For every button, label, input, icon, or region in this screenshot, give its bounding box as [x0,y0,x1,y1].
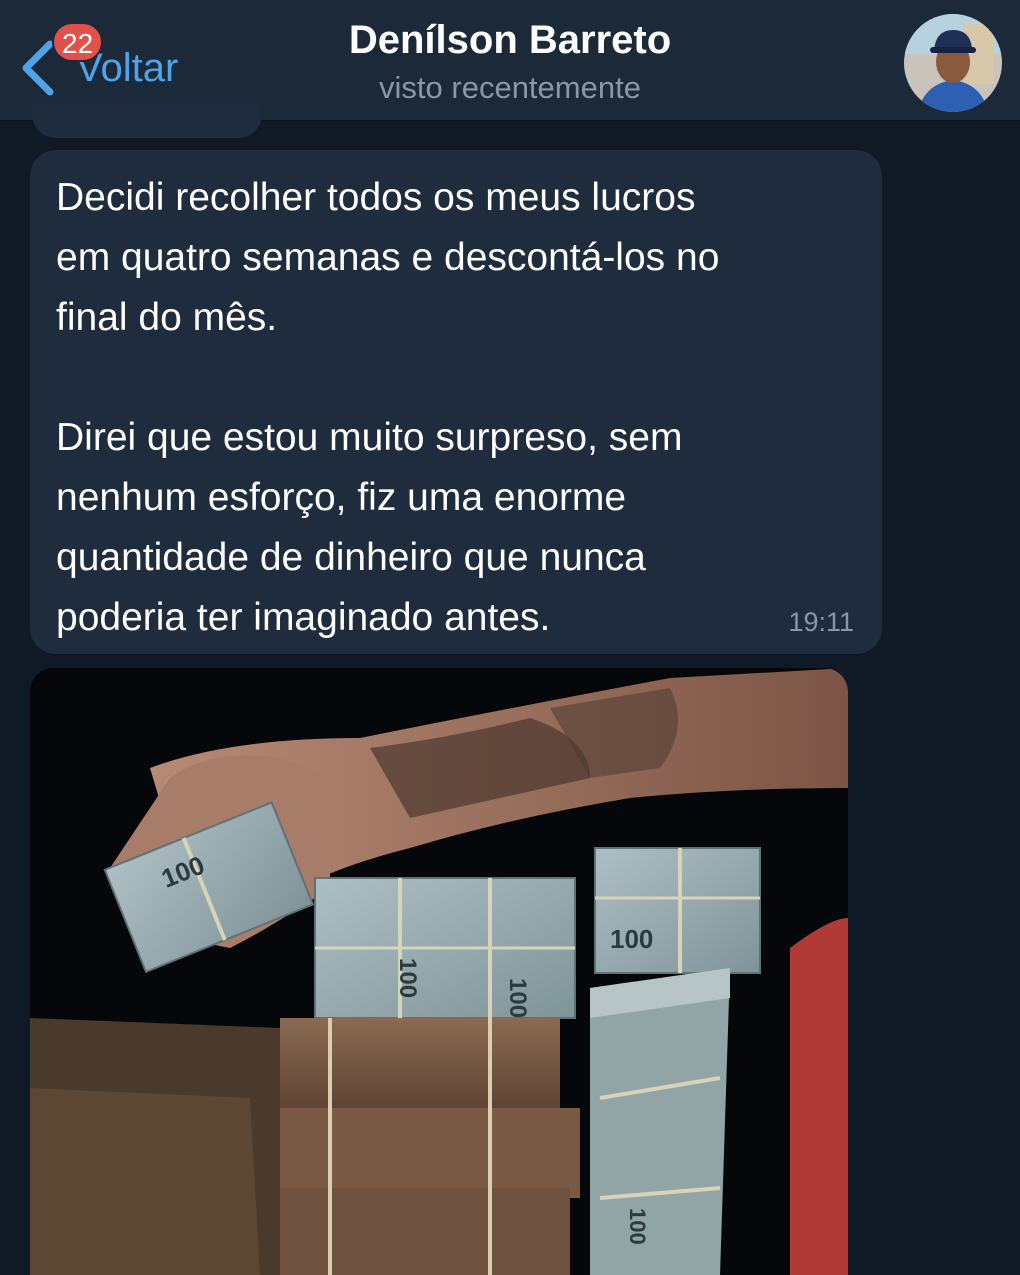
note-label: 100 [394,958,421,998]
money-photo: 100 100 100 100 100 [30,668,848,1275]
contact-name[interactable]: Denílson Barreto [0,18,1020,63]
avatar[interactable] [904,14,1002,112]
note-label: 100 [504,978,531,1018]
message-bubble[interactable]: Decidi recolher todos os meus lucros em … [30,150,882,654]
contact-status: visto recentemente [379,70,641,105]
note-label: 100 [610,924,653,954]
previous-message-bubble [32,104,262,138]
message-time: 19:11 [788,607,854,637]
avatar-photo [904,14,1002,112]
photo-message[interactable]: 100 100 100 100 100 [30,668,848,1275]
chat-header: Voltar 22 Denílson Barreto visto recente… [0,0,1020,121]
message-text: Decidi recolher todos os meus lucros em … [56,176,720,639]
note-label: 100 [625,1208,650,1245]
